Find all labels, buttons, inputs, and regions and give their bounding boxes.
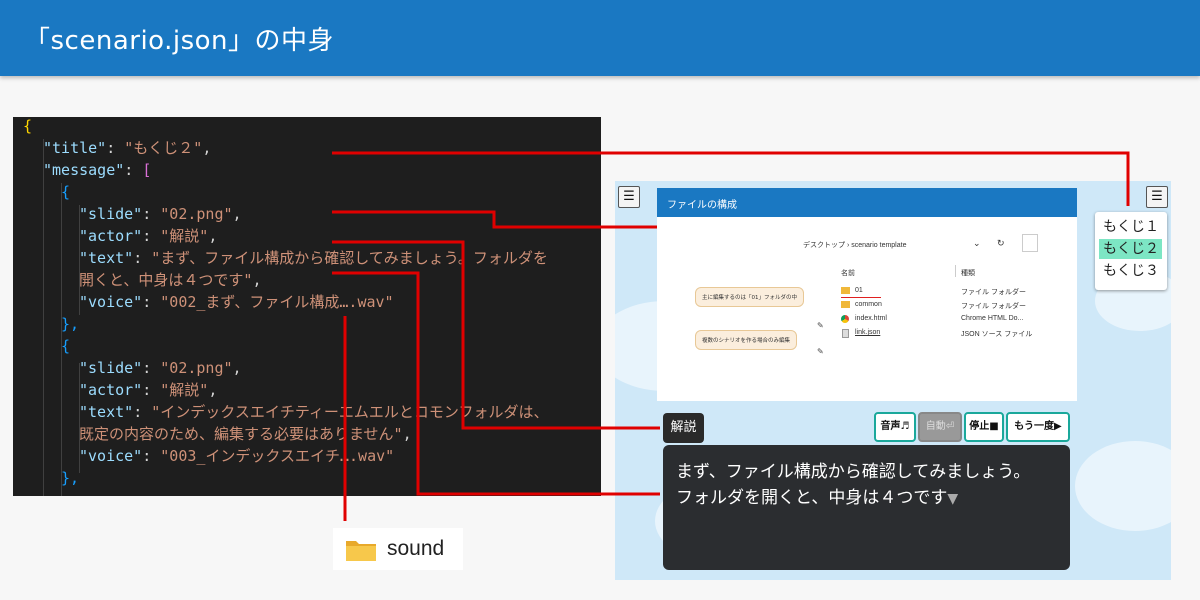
sound-folder: sound (333, 528, 463, 570)
message-text: フォルダを開くと、中身は４つです (676, 488, 948, 508)
file-type: ファイル フォルダー (961, 303, 1026, 310)
menu-button-right[interactable]: ☰ (1146, 186, 1168, 208)
code-key: "slide" (79, 205, 143, 223)
code-value: "解説" (160, 227, 209, 245)
file-explorer: デスクトップ › scenario template ⌄ ↻ 名前 種類 01 … (785, 232, 1038, 358)
code-key: "text" (79, 403, 134, 421)
code-value: "003_インデックスエイチ….wav" (160, 447, 395, 465)
code-key: "title" (43, 139, 107, 157)
file-type: Chrome HTML Do... (961, 315, 1024, 322)
json-file-icon (842, 329, 849, 338)
toc-item[interactable]: もくじ１ (1099, 217, 1162, 237)
code-key: "voice" (79, 447, 143, 465)
next-indicator-icon: ▼ (947, 491, 959, 507)
folder-icon (841, 301, 850, 308)
slide-title: ファイルの構成 (667, 200, 737, 211)
underline (841, 297, 881, 298)
menu-icon: ☰ (1151, 189, 1163, 204)
callout-note: 主に編集するのは「01」フォルダの中 (695, 287, 804, 307)
auto-button[interactable]: 自動⏎ (918, 412, 962, 442)
page-title: 「scenario.json」の中身 (24, 26, 335, 56)
code-key: "slide" (79, 359, 143, 377)
code-brace: { (61, 337, 71, 355)
code-key: "text" (79, 249, 134, 267)
message-text: まず、ファイル構成から確認してみましょう。 (676, 462, 1031, 482)
slide-image: ファイルの構成 デスクトップ › scenario template ⌄ ↻ 名… (657, 188, 1077, 401)
refresh-icon: ↻ (997, 238, 1005, 248)
code-value: "02.png" (160, 359, 233, 377)
code-key: "actor" (79, 381, 143, 399)
file-name: index.html (855, 315, 887, 322)
code-value: "02.png" (160, 205, 233, 223)
stop-button[interactable]: 停止■ (964, 412, 1004, 442)
actor-name-box: 解説 (663, 413, 704, 443)
code-brace: { (23, 117, 33, 135)
toc-item[interactable]: もくじ３ (1099, 261, 1162, 281)
search-box (1022, 234, 1038, 252)
code-value: "解説" (160, 381, 209, 399)
col-type: 種類 (961, 270, 975, 277)
sound-label: sound (387, 537, 445, 560)
menu-button-left[interactable]: ☰ (618, 186, 640, 208)
file-type: ファイル フォルダー (961, 289, 1026, 296)
col-name: 名前 (841, 270, 855, 277)
folder-icon (841, 287, 850, 294)
code-brace: { (61, 183, 71, 201)
pin-icon: ✎ (817, 347, 824, 356)
code-editor: { "title": "もくじ２", "message": [ { "slide… (13, 117, 601, 496)
file-name: common (855, 301, 882, 308)
code-value: 既定の内容のため、編集する必要はありません" (79, 425, 403, 443)
toc-item-active[interactable]: もくじ２ (1099, 239, 1162, 259)
code-key: "voice" (79, 293, 143, 311)
code-value: 開くと、中身は４つです" (79, 271, 253, 289)
file-type: JSON ソース ファイル (961, 331, 1033, 338)
code-brace: }, (61, 469, 80, 487)
code-value: "インデックスエイチティーエムエルとコモンフォルダは、 (151, 403, 549, 421)
breadcrumb: デスクトップ › scenario template (803, 242, 907, 249)
file-name: link.json (855, 329, 881, 336)
indent-guide (43, 139, 44, 496)
pin-icon: ✎ (817, 321, 824, 330)
file-name: 01 (855, 287, 863, 294)
cloud (1075, 441, 1171, 531)
code-key: "actor" (79, 227, 143, 245)
code-brace: }, (61, 315, 80, 333)
menu-icon: ☰ (623, 189, 635, 204)
callout-note: 複数のシナリオを作る場合のみ編集 (695, 330, 798, 350)
code-value: "もくじ２" (124, 139, 203, 157)
replay-button[interactable]: もう一度▶ (1006, 412, 1070, 442)
code-bracket: [ (142, 161, 152, 179)
message-window[interactable]: まず、ファイル構成から確認してみましょう。 フォルダを開くと、中身は４つです▼ (663, 445, 1070, 570)
code-value: "まず、ファイル構成から確認してみましょう。フォルダを (151, 249, 548, 267)
code-value: "002_まず、ファイル構成….wav" (160, 293, 394, 311)
slide-header: 「scenario.json」の中身 (0, 0, 1200, 76)
code-key: "message" (43, 161, 125, 179)
chevron-down-icon: ⌄ (973, 238, 981, 248)
folder-icon (346, 541, 376, 561)
chrome-icon (841, 315, 849, 323)
toc-menu: もくじ１ もくじ２ もくじ３ (1095, 212, 1167, 290)
slide-title-bar: ファイルの構成 (657, 188, 1077, 217)
voice-button[interactable]: 音声♬ (874, 412, 916, 442)
column-divider (955, 265, 956, 277)
